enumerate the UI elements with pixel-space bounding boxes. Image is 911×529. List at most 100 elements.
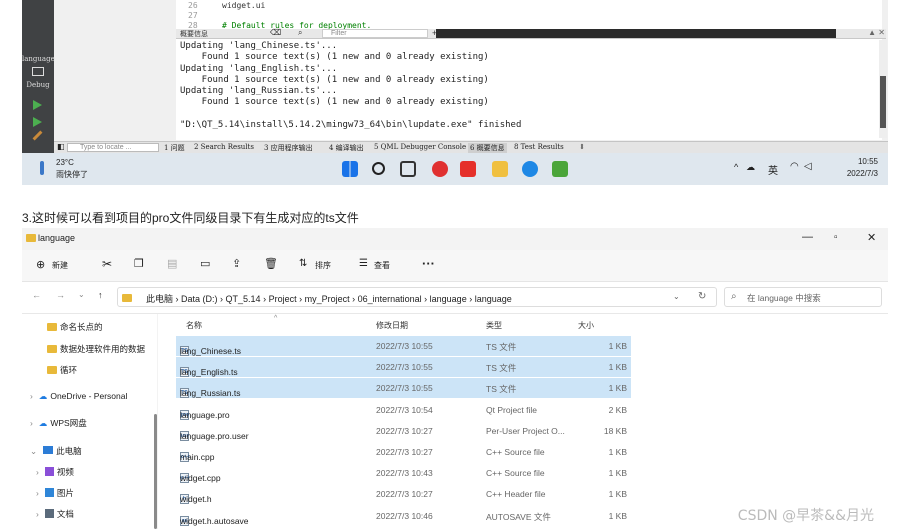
- onedrive-tray-icon[interactable]: ☁: [746, 162, 755, 173]
- paste-icon[interactable]: ▤: [167, 257, 177, 270]
- column-header-size[interactable]: 大小: [578, 320, 594, 331]
- nav-item-wps-drive[interactable]: › ☁ WPS网盘: [30, 417, 87, 429]
- chevron-right-icon[interactable]: ›: [36, 509, 39, 519]
- weather-temperature[interactable]: 23°C: [56, 158, 74, 167]
- sort-icon[interactable]: ⇅: [299, 258, 307, 269]
- monitor-icon[interactable]: [32, 67, 44, 76]
- breadcrumb-item[interactable]: language: [430, 294, 467, 304]
- tab-issues[interactable]: 1 问题: [164, 143, 185, 153]
- task-view-icon[interactable]: [400, 161, 416, 177]
- plus-icon[interactable]: ⊕: [36, 258, 45, 271]
- breadcrumb-item[interactable]: 06_international: [358, 294, 422, 304]
- file-row[interactable]: c++ main.cpp 2022/7/3 10:27 C++ Source file…: [176, 442, 631, 462]
- file-row[interactable]: TS lang_English.ts 2022/7/3 10:55 TS 文件 1 KB: [176, 357, 631, 378]
- nav-scrollbar[interactable]: [154, 414, 157, 529]
- column-header-name[interactable]: 名称: [186, 320, 202, 331]
- toggle-sidebar-icon[interactable]: ◧: [57, 142, 65, 151]
- copy-icon[interactable]: ❐: [134, 257, 144, 270]
- pinduoduo-app-icon[interactable]: [460, 161, 476, 177]
- tab-application-output[interactable]: 3 应用程序输出: [264, 143, 313, 153]
- breadcrumb-item[interactable]: my_Project: [305, 294, 350, 304]
- qt-creator-taskbar-icon[interactable]: [552, 161, 568, 177]
- more-options-button[interactable]: ···: [422, 256, 435, 271]
- weather-description[interactable]: 雨快停了: [56, 169, 88, 180]
- nav-item-folder[interactable]: 数据处理软件用的数据: [47, 343, 145, 355]
- build-hammer-icon[interactable]: [32, 130, 43, 141]
- locator-input[interactable]: Type to locate ...: [67, 143, 159, 152]
- share-icon[interactable]: ⇪: [232, 257, 241, 270]
- file-row[interactable]: as widget.h.autosave 2022/7/3 10:46 AUTOSAV…: [176, 506, 631, 526]
- tab-test-results[interactable]: 8 Test Results: [514, 143, 564, 151]
- breadcrumb-item[interactable]: Project: [269, 294, 297, 304]
- breadcrumb-item[interactable]: Data (D:): [181, 294, 218, 304]
- breadcrumb[interactable]: 此电脑 › Data (D:) › QT_5.14 › Project › my…: [146, 292, 512, 305]
- search-input[interactable]: 在 language 中搜索: [747, 292, 821, 304]
- scrollbar-thumb[interactable]: [880, 76, 886, 128]
- breadcrumb-item[interactable]: language: [475, 294, 512, 304]
- minimize-button[interactable]: —: [802, 231, 813, 243]
- file-row[interactable]: TS lang_Chinese.ts 2022/7/3 10:55 TS 文件 1 KB: [176, 336, 631, 356]
- forward-button[interactable]: →: [56, 290, 65, 300]
- start-windows-icon[interactable]: [342, 161, 358, 177]
- maximize-button[interactable]: ▫: [834, 232, 838, 243]
- search-icon[interactable]: [372, 162, 385, 175]
- tab-compile-output[interactable]: 4 编译输出: [329, 143, 364, 153]
- file-row[interactable]: TS lang_Russian.ts 2022/7/3 10:55 TS 文件 1 KB: [176, 378, 631, 399]
- back-button[interactable]: ←: [32, 290, 41, 300]
- build-config-label[interactable]: Debug: [22, 81, 54, 89]
- weather-icon[interactable]: [40, 161, 44, 175]
- breadcrumb-item[interactable]: QT_5.14: [226, 294, 261, 304]
- output-filter-input[interactable]: Filter: [322, 29, 428, 38]
- filter-options-icon[interactable]: ⌕: [298, 28, 302, 38]
- nav-item-folder[interactable]: 命名长点的: [47, 321, 103, 333]
- edge-browser-icon[interactable]: [522, 161, 538, 177]
- chevron-right-icon[interactable]: ›: [36, 467, 39, 477]
- panel-expand-icon[interactable]: ▲: [868, 28, 876, 37]
- address-bar[interactable]: 此电脑 › Data (D:) › QT_5.14 › Project › my…: [117, 287, 717, 307]
- address-dropdown-icon[interactable]: ⌄: [673, 292, 680, 301]
- chevron-right-icon[interactable]: ›: [30, 391, 33, 401]
- volume-icon[interactable]: ◁: [804, 161, 812, 172]
- panel-close-icon[interactable]: ✕: [878, 28, 885, 37]
- file-explorer-icon[interactable]: [492, 161, 508, 177]
- tray-overflow-icon[interactable]: ^: [734, 162, 738, 172]
- wifi-icon[interactable]: ◠: [790, 161, 799, 172]
- column-header-type[interactable]: 类型: [486, 320, 502, 331]
- clear-output-icon[interactable]: ⌫: [270, 28, 281, 37]
- column-header-date[interactable]: 修改日期: [376, 320, 408, 331]
- clock-date[interactable]: 2022/7/3: [847, 169, 878, 178]
- chevron-down-icon[interactable]: ⌄: [30, 446, 37, 456]
- refresh-icon[interactable]: ↻: [698, 291, 706, 302]
- chevron-right-icon[interactable]: ›: [30, 418, 33, 428]
- nav-item-this-pc[interactable]: ⌄ 此电脑: [30, 445, 82, 457]
- tab-qml-debugger-console[interactable]: 5 QML Debugger Console: [374, 143, 466, 151]
- view-icon[interactable]: ☰: [359, 258, 368, 269]
- nav-item-folder[interactable]: 循环: [47, 364, 77, 376]
- search-box[interactable]: ⌕ 在 language 中搜索: [724, 287, 882, 307]
- file-row[interactable]: h widget.h 2022/7/3 10:27 C++ Header file 1 …: [176, 484, 631, 505]
- input-method-indicator[interactable]: 英: [768, 162, 778, 177]
- nav-item-videos[interactable]: › 视频: [36, 466, 74, 478]
- netease-music-icon[interactable]: [432, 161, 448, 177]
- nav-item-onedrive[interactable]: › ☁ OneDrive - Personal: [30, 391, 127, 402]
- delete-icon[interactable]: 🗑: [264, 257, 278, 270]
- view-button[interactable]: 查看: [374, 260, 390, 271]
- nav-item-pictures[interactable]: › 图片: [36, 487, 74, 499]
- close-button[interactable]: ✕: [867, 231, 876, 244]
- clock-time[interactable]: 10:55: [858, 157, 878, 166]
- up-button[interactable]: ↑: [98, 290, 103, 300]
- rename-icon[interactable]: ▭: [200, 257, 210, 270]
- file-row[interactable]: pro language.pro 2022/7/3 10:54 Qt Project …: [176, 400, 631, 420]
- sort-button[interactable]: 排序: [315, 260, 331, 271]
- new-button[interactable]: 新建: [52, 260, 68, 271]
- breadcrumb-item[interactable]: 此电脑: [146, 294, 173, 304]
- debug-run-icon[interactable]: [33, 117, 42, 127]
- chevron-right-icon[interactable]: ›: [36, 488, 39, 498]
- code-editor[interactable]: 26 widget.ui 27 28 # Default rules for d…: [176, 0, 882, 30]
- recent-locations-icon[interactable]: ⌄: [78, 290, 85, 299]
- cut-icon[interactable]: ✂: [102, 257, 112, 271]
- tab-arrows-icon[interactable]: ⇕: [579, 143, 585, 151]
- run-icon[interactable]: [33, 100, 42, 110]
- general-messages-output[interactable]: Updating 'lang_Chinese.ts'... Found 1 so…: [176, 39, 882, 140]
- output-scrollbar[interactable]: [879, 40, 887, 138]
